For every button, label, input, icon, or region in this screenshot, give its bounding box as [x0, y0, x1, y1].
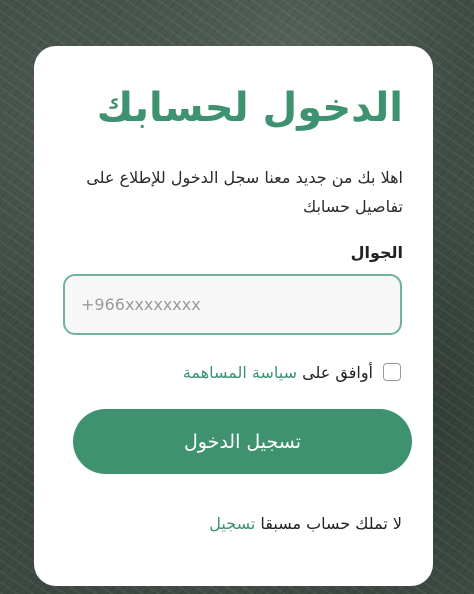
phone-label: الجوال — [350, 243, 403, 262]
phone-input[interactable] — [63, 274, 402, 335]
register-prompt: لا تملك حساب مسبقا تسجيل — [209, 514, 402, 533]
agree-checkbox[interactable] — [383, 363, 401, 381]
login-button[interactable]: تسجيل الدخول — [73, 409, 412, 474]
agree-prefix: أوافق على — [302, 362, 373, 382]
agree-row: أوافق على سياسة المساهمة — [183, 361, 401, 383]
register-link[interactable]: تسجيل — [209, 514, 255, 533]
no-account-text: لا تملك حساب مسبقا — [260, 514, 402, 533]
agree-text: أوافق على سياسة المساهمة — [183, 363, 373, 382]
page-title: الدخول لحسابك — [96, 85, 403, 131]
contribution-policy-link[interactable]: سياسة المساهمة — [183, 363, 297, 382]
login-card: الدخول لحسابك اهلا بك من جديد معنا سجل ا… — [34, 46, 433, 586]
page-subtitle: اهلا بك من جديد معنا سجل الدخول للإطلاع … — [86, 168, 403, 216]
